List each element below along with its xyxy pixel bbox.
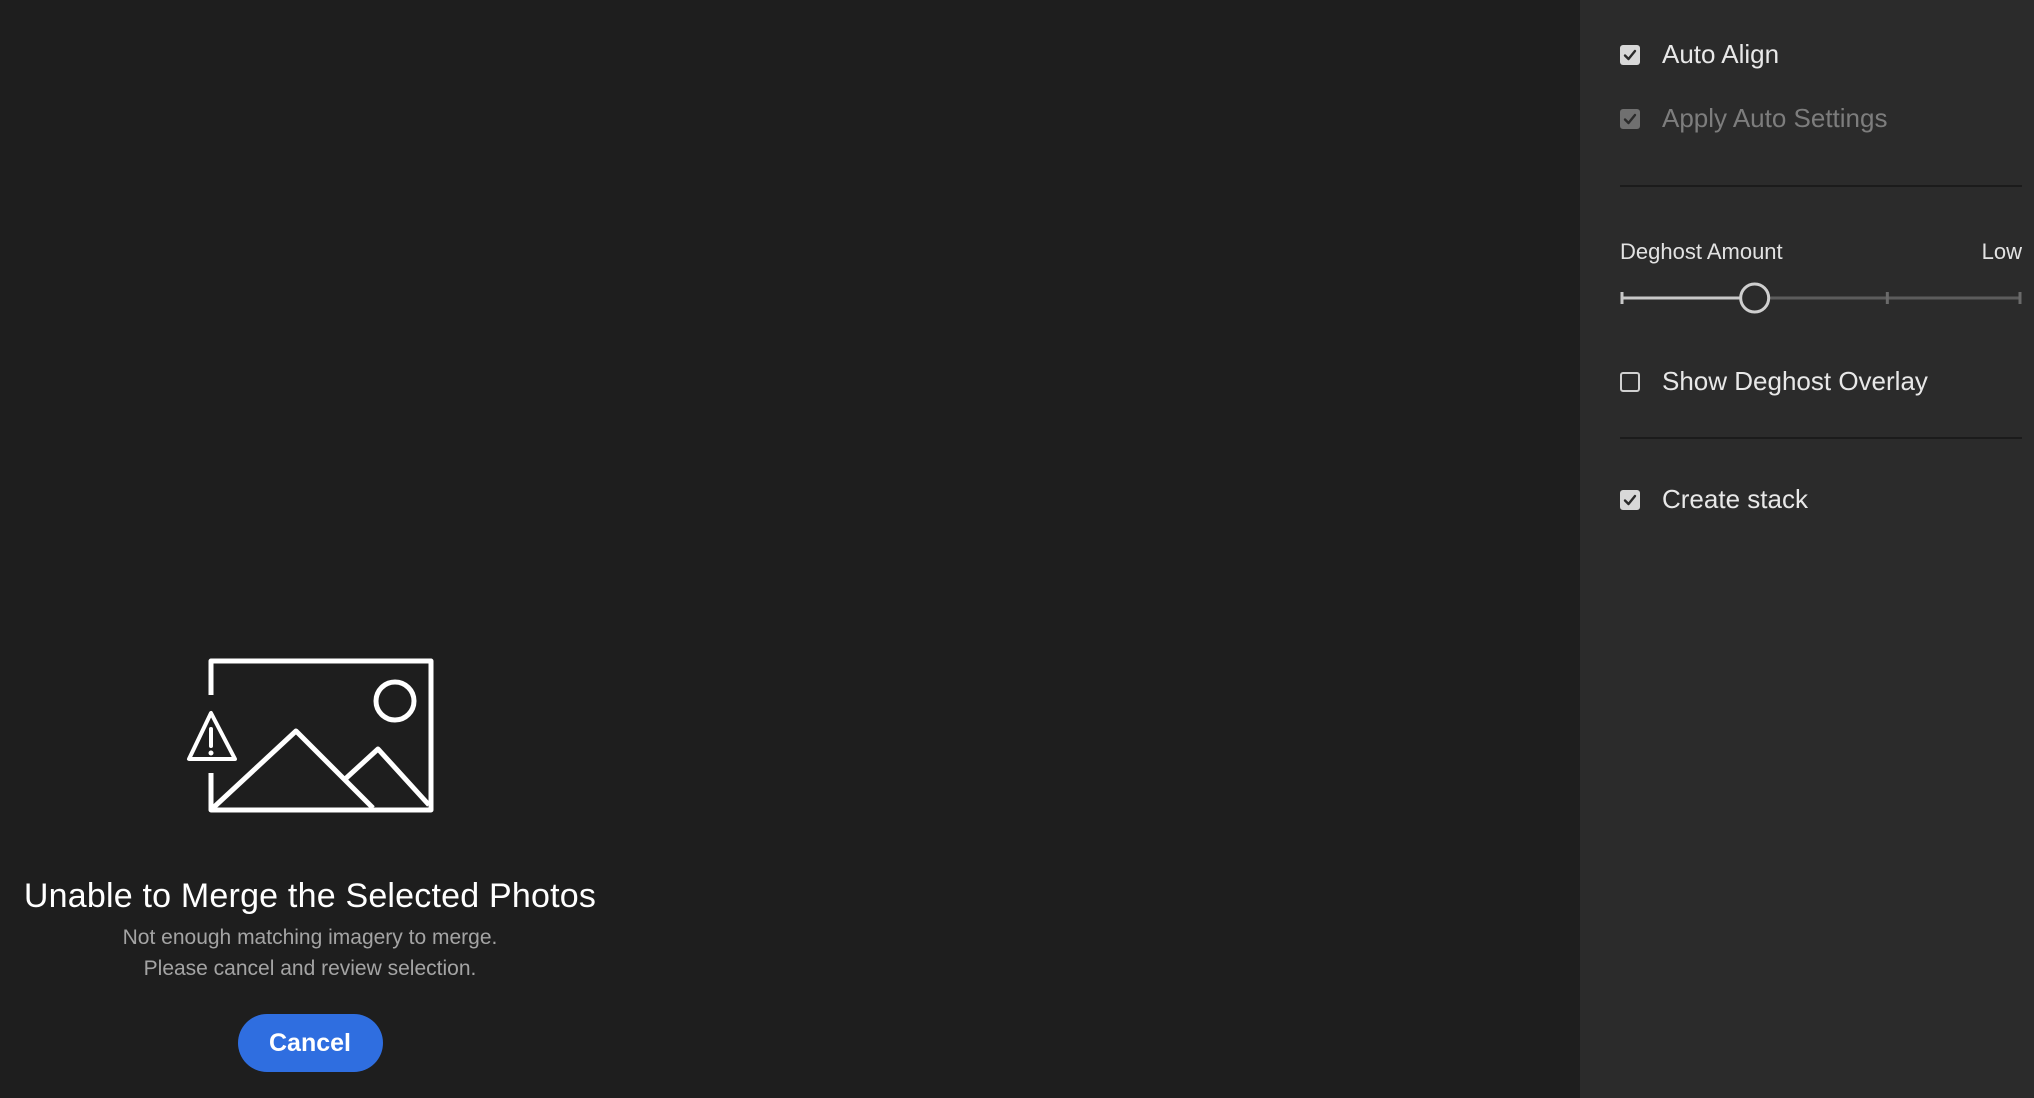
- deghost-amount-slider[interactable]: [1620, 282, 2022, 314]
- auto-align-label: Auto Align: [1662, 39, 1780, 69]
- create-stack-option[interactable]: Create stack: [1620, 484, 1808, 515]
- apply-auto-settings-option: Apply Auto Settings: [1620, 103, 1887, 134]
- error-message: Not enough matching imagery to merge. Pl…: [123, 922, 498, 984]
- error-title: Unable to Merge the Selected Photos: [23, 877, 597, 915]
- checkmark-icon: [1623, 113, 1637, 124]
- slider-thumb[interactable]: [1739, 282, 1771, 314]
- merge-dialog: Unable to Merge the Selected Photos Not …: [0, 0, 2034, 1098]
- image-warning-icon: [187, 658, 434, 813]
- error-message-line-1: Not enough matching imagery to merge.: [122, 926, 498, 949]
- auto-align-checkbox[interactable]: [1620, 44, 1640, 65]
- create-stack-checkbox[interactable]: [1620, 489, 1640, 510]
- checkmark-icon: [1623, 494, 1637, 505]
- show-deghost-overlay-checkbox[interactable]: [1620, 371, 1640, 392]
- auto-align-option[interactable]: Auto Align: [1620, 39, 1779, 70]
- divider: [1620, 437, 2022, 439]
- error-message-line-2: Please cancel and review selection.: [143, 957, 477, 980]
- merge-options-panel: Auto Align Apply Auto Settings Deghost A…: [1580, 0, 2034, 1098]
- show-deghost-overlay-option[interactable]: Show Deghost Overlay: [1620, 366, 1928, 397]
- divider: [1620, 185, 2022, 187]
- cancel-button[interactable]: Cancel: [237, 1014, 383, 1072]
- apply-auto-settings-checkbox: [1620, 108, 1640, 129]
- merge-error-message: Unable to Merge the Selected Photos Not …: [0, 655, 620, 1072]
- deghost-amount-value: Low: [1981, 239, 2022, 264]
- checkmark-icon: [1623, 49, 1637, 60]
- create-stack-label: Create stack: [1662, 484, 1808, 514]
- apply-auto-settings-label: Apply Auto Settings: [1662, 103, 1888, 133]
- preview-area: Unable to Merge the Selected Photos Not …: [0, 0, 1580, 1098]
- show-deghost-overlay-label: Show Deghost Overlay: [1662, 366, 1928, 396]
- deghost-amount-label: Deghost Amount: [1620, 239, 1783, 264]
